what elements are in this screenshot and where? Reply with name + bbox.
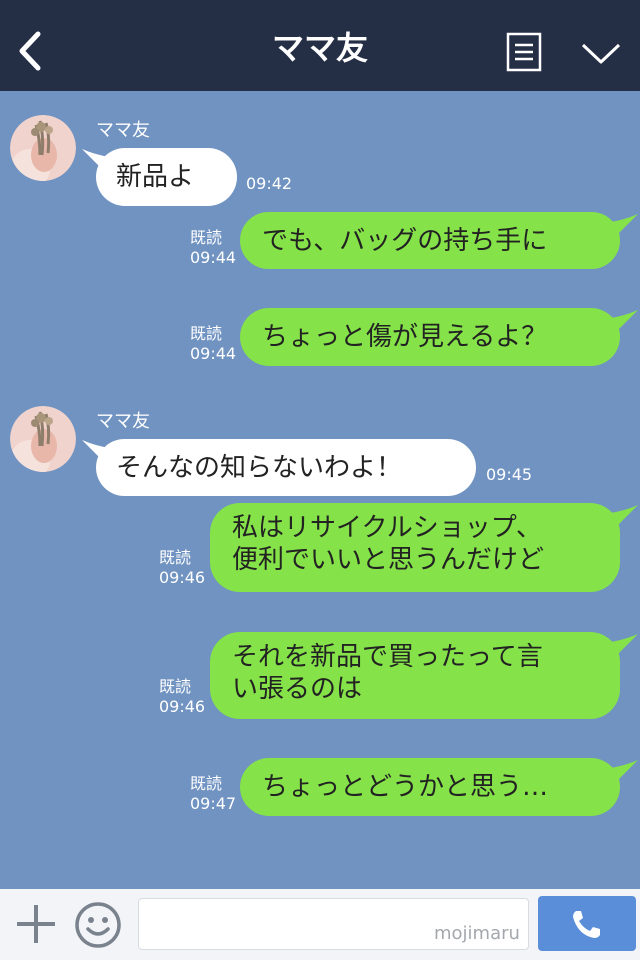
emoji-icon[interactable] (74, 901, 122, 949)
phone-icon (573, 911, 600, 938)
message-time: 09:45 (486, 465, 533, 484)
message-bubble[interactable]: 新品よ (96, 148, 237, 206)
read-receipt: 既読 (190, 324, 223, 343)
chevron-down-icon[interactable] (580, 40, 622, 68)
message-meta: 既読 09:44 (190, 228, 236, 268)
bubble-tail (610, 310, 638, 334)
message-meta: 既読 09:47 (190, 774, 236, 814)
input-bar: mojimaru (0, 889, 640, 960)
message-line: それを新品で買ったって言 (232, 642, 543, 672)
call-button[interactable] (538, 896, 636, 951)
sender-name: ママ友 (96, 411, 150, 432)
message-time: 09:46 (159, 697, 206, 716)
message-time: 09:46 (159, 568, 206, 587)
chat-header: ママ友 (0, 0, 640, 91)
avatar[interactable] (10, 115, 76, 181)
message-time: 09:44 (190, 248, 237, 267)
bubble-tail (610, 214, 638, 238)
bubble-tail (610, 634, 638, 658)
watermark: mojimaru (434, 923, 520, 944)
message-bubble[interactable]: ちょっとどうかと思う… (240, 758, 620, 816)
message-meta: 既読 09:44 (190, 324, 236, 364)
message-bubble[interactable]: そんなの知らないわよ！ (96, 439, 476, 496)
read-receipt: 既読 (190, 228, 223, 247)
message-line: い張るのは (232, 674, 363, 704)
message-time: 09:47 (190, 794, 237, 813)
message-line: 私はリサイクルショップ、 (232, 513, 542, 543)
menu-icon[interactable] (506, 32, 542, 72)
message-bubble[interactable]: 私はリサイクルショップ、 便利でいいと思うんだけど (210, 503, 620, 592)
message-bubble[interactable]: でも、バッグの持ち手に (240, 212, 620, 269)
chat-title: ママ友 (271, 29, 368, 67)
message-bubble[interactable]: それを新品で買ったって言 い張るのは (210, 632, 620, 719)
message-meta: 既読 09:46 (159, 548, 205, 588)
message-line: 便利でいいと思うんだけど (232, 545, 545, 575)
read-receipt: 既読 (159, 677, 192, 696)
bubble-tail (610, 505, 638, 529)
message-bubble[interactable]: ちょっと傷が見えるよ？ (240, 308, 620, 366)
chat-area: ママ友 新品よ 09:42 既読 09:44 でも、バッグの持ち手に 既読 09… (0, 91, 640, 889)
read-receipt: 既読 (190, 774, 223, 793)
message-time: 09:44 (190, 344, 237, 363)
bubble-tail (610, 760, 638, 784)
message-time: 09:42 (246, 174, 293, 193)
sender-name: ママ友 (96, 120, 150, 141)
avatar[interactable] (10, 406, 76, 472)
message-meta: 既読 09:46 (159, 677, 205, 717)
plus-icon[interactable] (14, 902, 58, 946)
read-receipt: 既読 (159, 548, 192, 567)
